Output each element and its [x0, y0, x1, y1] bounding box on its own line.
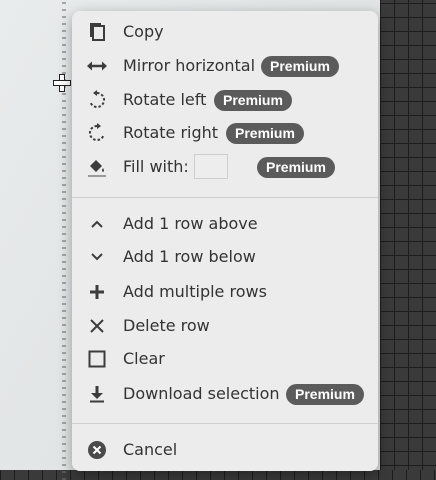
rotate-left-icon — [86, 89, 108, 111]
premium-badge: Premium — [214, 90, 292, 111]
menu-item-fill-with[interactable]: Fill with: Premium — [72, 152, 378, 182]
menu-item-label: Fill with: — [123, 157, 189, 176]
context-menu: Copy Mirror horizontal Premium Rotate le… — [72, 11, 378, 471]
menu-item-add-multiple-rows[interactable]: Add multiple rows — [72, 277, 378, 307]
menu-item-cancel[interactable]: Cancel — [72, 435, 378, 465]
fill-color-swatch[interactable] — [194, 154, 228, 179]
chevron-down-icon — [86, 246, 108, 268]
menu-item-copy[interactable]: Copy — [72, 17, 378, 47]
menu-item-label: Add 1 row above — [123, 214, 258, 233]
menu-item-label: Delete row — [123, 316, 210, 335]
cancel-circle-icon — [86, 439, 108, 461]
menu-item-label: Rotate left — [123, 90, 207, 109]
menu-item-clear[interactable]: Clear — [72, 344, 378, 374]
copy-icon — [86, 21, 108, 43]
menu-item-add-row-below[interactable]: Add 1 row below — [72, 242, 378, 272]
menu-item-delete-row[interactable]: Delete row — [72, 311, 378, 341]
menu-item-label: Clear — [123, 349, 165, 368]
plus-icon — [86, 281, 108, 303]
ruler — [62, 0, 66, 480]
premium-badge: Premium — [226, 123, 304, 144]
menu-item-add-row-above[interactable]: Add 1 row above — [72, 209, 378, 239]
menu-item-label: Rotate right — [123, 123, 219, 142]
chevron-up-icon — [86, 213, 108, 235]
premium-badge: Premium — [261, 56, 339, 77]
move-cursor-icon — [53, 74, 71, 92]
menu-item-label: Add multiple rows — [123, 282, 267, 301]
premium-badge: Premium — [257, 157, 335, 178]
download-icon — [86, 383, 108, 405]
menu-item-rotate-left[interactable]: Rotate left Premium — [72, 85, 378, 115]
menu-item-label: Mirror horizontal — [123, 56, 256, 75]
rotate-right-icon — [86, 122, 108, 144]
premium-badge: Premium — [286, 384, 364, 405]
menu-divider — [72, 197, 378, 198]
grid-area — [380, 0, 436, 480]
menu-item-label: Cancel — [123, 440, 178, 459]
menu-item-label: Add 1 row below — [123, 247, 256, 266]
menu-item-download-selection[interactable]: Download selection Premium — [72, 379, 378, 409]
x-icon — [86, 315, 108, 337]
menu-item-rotate-right[interactable]: Rotate right Premium — [72, 118, 378, 148]
mirror-horizontal-icon — [86, 55, 108, 77]
menu-item-label: Copy — [123, 22, 164, 41]
paint-bucket-icon — [86, 156, 108, 178]
menu-divider — [72, 423, 378, 424]
square-icon — [86, 348, 108, 370]
menu-item-mirror-horizontal[interactable]: Mirror horizontal Premium — [72, 51, 378, 81]
menu-item-label: Download selection — [123, 384, 280, 403]
